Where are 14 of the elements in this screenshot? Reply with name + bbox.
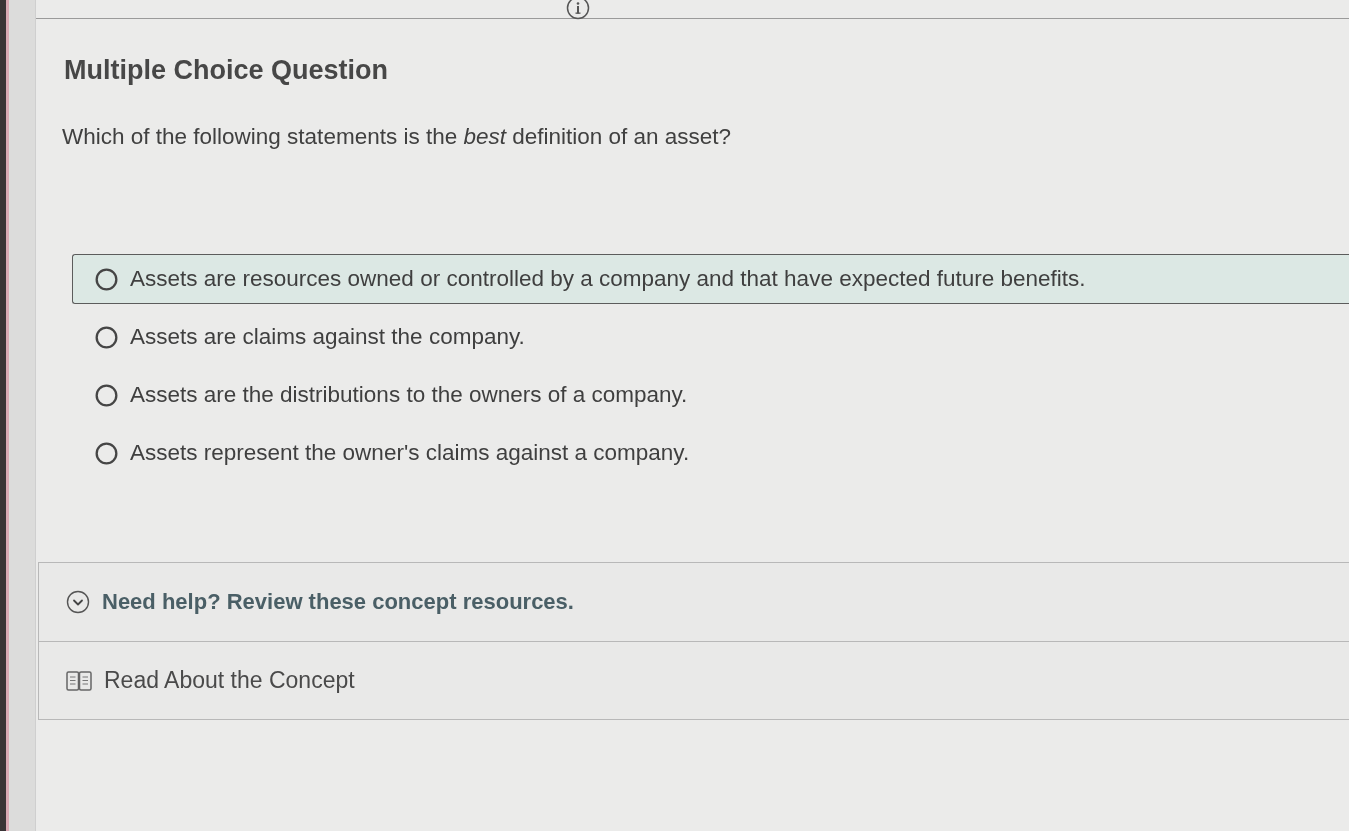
answer-option[interactable]: Assets are resources owned or controlled by a company and that have expected future benefits. (72, 254, 1349, 304)
book-icon (66, 669, 92, 692)
radio-button[interactable] (95, 325, 118, 349)
radio-button[interactable] (95, 267, 118, 291)
question-type-heading: Multiple Choice Question (64, 55, 389, 86)
answer-option[interactable]: Assets are the distributions to the owners of a company. (72, 370, 1349, 420)
help-toggle[interactable]: Need help? Review these concept resources. (39, 563, 1349, 641)
resource-link[interactable]: Read About the Concept (39, 641, 1349, 719)
info-icon[interactable] (566, 0, 590, 20)
answer-option[interactable]: Assets are claims against the company. (72, 312, 1349, 362)
question-prompt: Which of the following statements is the best definition of an asset? (62, 124, 733, 150)
radio-button[interactable] (95, 441, 118, 465)
radio-button[interactable] (95, 383, 118, 407)
answer-option[interactable]: Assets represent the owner's claims against a company. (72, 428, 1349, 478)
